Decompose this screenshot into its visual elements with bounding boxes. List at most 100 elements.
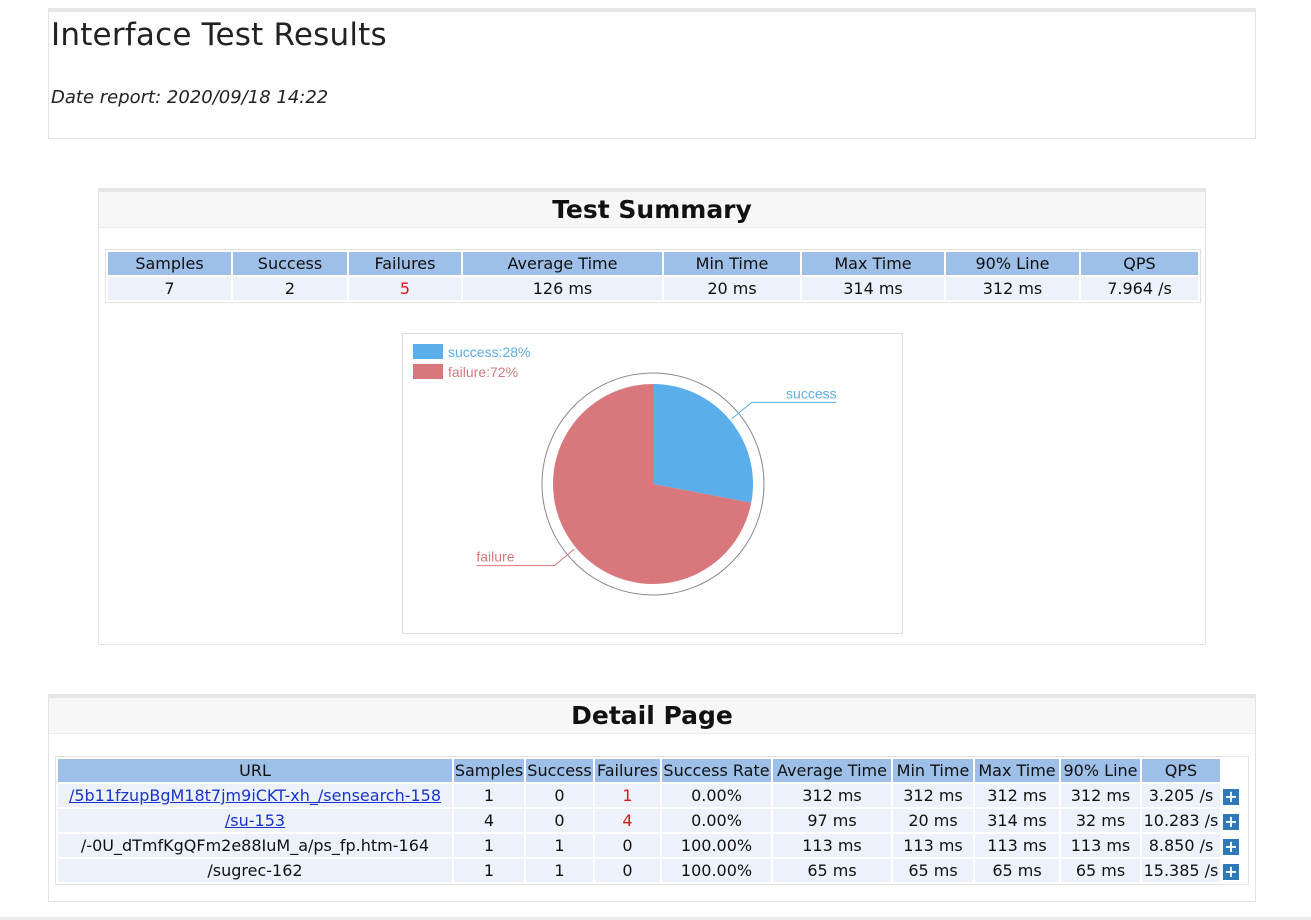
detail-col-header: Samples [454,759,524,782]
table-row: /sugrec-162 1 1 0 100.00% 65 ms 65 ms 65… [58,859,1246,882]
average-time-cell: 65 ms [773,859,891,882]
max-time-cell: 65 ms [975,859,1059,882]
url-cell: /5b11fzupBgM18t7jm9iCKT-xh_/sensearch-15… [58,784,452,807]
min-time-cell: 65 ms [893,859,973,882]
page-title: Interface Test Results [51,17,387,53]
min-time-cell: 113 ms [893,834,973,857]
qps-cell: 8.850 /s [1142,834,1220,857]
success-rate-cell: 0.00% [662,809,771,832]
min-time-cell: 20 ms [893,809,973,832]
expand-cell: + [1222,784,1246,807]
success-rate-cell: 0.00% [662,784,771,807]
expand-plus-icon[interactable]: + [1223,813,1239,830]
failures-cell: 4 [595,809,660,832]
average-time-cell: 312 ms [773,784,891,807]
legend-label-failure[interactable]: failure:72% [448,364,518,380]
detail-col-header: URL [58,759,452,782]
expand-plus-icon[interactable]: + [1223,838,1239,855]
samples-cell: 1 [454,859,524,882]
summary-col-header: Samples [108,252,231,275]
summary-qps: 7.964 /s [1081,277,1198,300]
line-90-cell: 65 ms [1061,859,1140,882]
pie-label-success: success [786,385,837,401]
detail-col-header: Failures [595,759,660,782]
pie-chart-svg: success:28% failure:72% success failure [413,344,837,596]
summary-samples: 7 [108,277,231,300]
summary-col-header: Success [233,252,347,275]
detail-col-header: Max Time [975,759,1059,782]
table-row: /-0U_dTmfKgQFm2e88IuM_a/ps_fp.htm-164 1 … [58,834,1246,857]
qps-cell: 3.205 /s [1142,784,1220,807]
max-time-cell: 113 ms [975,834,1059,857]
legend-swatch-failure[interactable] [413,364,443,379]
url-cell: /-0U_dTmfKgQFm2e88IuM_a/ps_fp.htm-164 [58,834,452,857]
url-link[interactable]: /5b11fzupBgM18t7jm9iCKT-xh_/sensearch-15… [69,786,441,805]
summary-max-time: 314 ms [802,277,944,300]
failures-cell: 1 [595,784,660,807]
expand-cell: + [1222,859,1246,882]
success-cell: 0 [526,809,593,832]
samples-cell: 4 [454,809,524,832]
table-row: /su-153 4 0 4 0.00% 97 ms 20 ms 314 ms 3… [58,809,1246,832]
expand-cell: + [1222,834,1246,857]
summary-col-header: Max Time [802,252,944,275]
pie-slice-success[interactable] [653,384,753,503]
line-90-cell: 32 ms [1061,809,1140,832]
summary-failures: 5 [349,277,461,300]
summary-heading: Test Summary [99,192,1205,228]
table-row: /5b11fzupBgM18t7jm9iCKT-xh_/sensearch-15… [58,784,1246,807]
summary-col-header: Failures [349,252,461,275]
detail-col-header: Min Time [893,759,973,782]
url-cell: /su-153 [58,809,452,832]
detail-col-header: Average Time [773,759,891,782]
detail-col-header: Success Rate [662,759,771,782]
detail-col-header: Success [526,759,593,782]
max-time-cell: 314 ms [975,809,1059,832]
average-time-cell: 113 ms [773,834,891,857]
summary-table: Samples Success Failures Average Time Mi… [105,249,1201,303]
url-cell: /sugrec-162 [58,859,452,882]
summary-col-header: Average Time [463,252,662,275]
success-cell: 1 [526,834,593,857]
line-90-cell: 312 ms [1061,784,1140,807]
failures-cell: 0 [595,859,660,882]
summary-col-header: Min Time [664,252,800,275]
samples-cell: 1 [454,784,524,807]
url-link[interactable]: /su-153 [225,811,285,830]
test-summary-panel: Test Summary Samples Success Failures Av… [98,188,1206,645]
qps-cell: 10.283 /s [1142,809,1220,832]
average-time-cell: 97 ms [773,809,891,832]
detail-expand-header [1222,759,1246,782]
line-90-cell: 113 ms [1061,834,1140,857]
pie-label-failure: failure [476,549,514,565]
detail-table: URL Samples Success Failures Success Rat… [55,756,1249,885]
expand-plus-icon[interactable]: + [1223,788,1239,805]
summary-success: 2 [233,277,347,300]
detail-header-row: URL Samples Success Failures Success Rat… [58,759,1246,782]
leader-line-success [731,401,837,420]
samples-cell: 1 [454,834,524,857]
expand-cell: + [1222,809,1246,832]
min-time-cell: 312 ms [893,784,973,807]
qps-cell: 15.385 /s [1142,859,1220,882]
date-report: Date report: 2020/09/18 14:22 [51,87,329,108]
summary-90-line: 312 ms [946,277,1079,300]
failures-cell: 0 [595,834,660,857]
summary-header-row: Samples Success Failures Average Time Mi… [108,252,1198,275]
summary-min-time: 20 ms [664,277,800,300]
legend-label-success[interactable]: success:28% [448,344,530,360]
legend-swatch-success[interactable] [413,344,443,359]
detail-col-header: 90% Line [1061,759,1140,782]
detail-heading: Detail Page [49,698,1255,734]
expand-plus-icon[interactable]: + [1223,863,1239,880]
success-cell: 1 [526,859,593,882]
detail-col-header: QPS [1142,759,1220,782]
summary-col-header: 90% Line [946,252,1079,275]
success-cell: 0 [526,784,593,807]
summary-values-row: 7 2 5 126 ms 20 ms 314 ms 312 ms 7.964 /… [108,277,1198,300]
success-rate-cell: 100.00% [662,859,771,882]
summary-col-header: QPS [1081,252,1198,275]
max-time-cell: 312 ms [975,784,1059,807]
detail-page-panel: Detail Page URL Samples Success Failures… [48,694,1256,902]
summary-average-time: 126 ms [463,277,662,300]
